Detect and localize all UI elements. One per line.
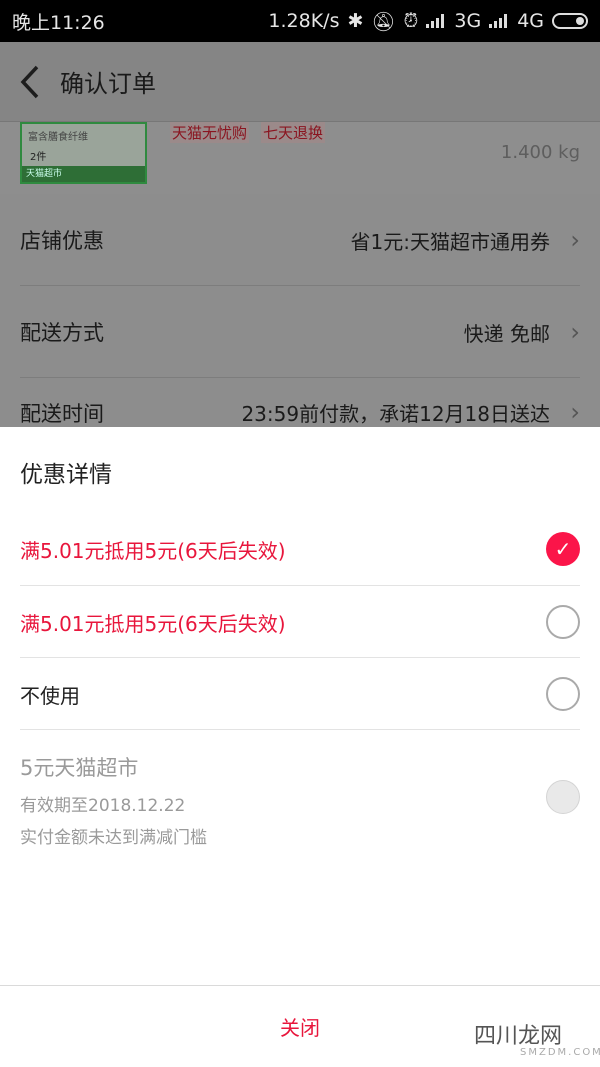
row-value: 23:59前付款，承诺12月18日送达 — [241, 402, 550, 426]
signal-icon-2 — [489, 14, 509, 28]
row-label: 店铺优惠 — [20, 229, 104, 253]
tag-worry-free: 天猫无忧购 — [170, 122, 250, 143]
tag-seven-day-return: 七天退换 — [261, 122, 326, 143]
watermark-sub: SMZDM.COM — [520, 1047, 600, 1058]
coupon-option-label: 满5.01元抵用5元(6天后失效) — [20, 538, 286, 563]
status-bar: 晚上11:26 1.28K/s ✱ 🔕︎ ⏰︎ 3G 4G — [0, 0, 600, 42]
network-4g: 4G — [517, 10, 544, 32]
coupon-option-1[interactable]: 满5.01元抵用5元(6天后失效) ✓ — [0, 513, 600, 585]
radio-unchecked-icon[interactable] — [546, 605, 580, 639]
product-weight: 1.400 kg — [500, 142, 580, 163]
row-store-discount[interactable]: 店铺优惠 省1元:天猫超市通用券 › — [0, 194, 600, 286]
status-time: 晚上11:26 — [12, 11, 105, 34]
coupon-option-label: 不使用 — [20, 683, 80, 708]
row-delivery-method[interactable]: 配送方式 快递 免邮 › — [0, 286, 600, 378]
radio-disabled-icon — [546, 780, 580, 814]
row-delivery-time[interactable]: 配送时间 23:59前付款，承诺12月18日送达 › — [0, 378, 600, 427]
chevron-right-icon: › — [570, 398, 580, 426]
product-image-band: 天猫超市 — [22, 166, 145, 182]
unavailable-coupon-note: 实付金额未达到满减门槛 — [20, 828, 207, 848]
coupon-option-label: 满5.01元抵用5元(6天后失效) — [20, 611, 286, 636]
radio-unchecked-icon[interactable] — [546, 677, 580, 711]
coupon-option-2[interactable]: 满5.01元抵用5元(6天后失效) — [0, 586, 600, 658]
sheet-title: 优惠详情 — [20, 462, 112, 488]
page-title: 确认订单 — [60, 70, 156, 98]
network-3g: 3G — [454, 10, 482, 32]
unavailable-coupon-title: 5元天猫超市 — [20, 756, 139, 780]
bluetooth-icon: ✱ — [347, 10, 364, 32]
row-label: 配送方式 — [20, 321, 104, 345]
product-image-text: 富含膳食纤维 — [28, 132, 88, 143]
row-value: 快递 免邮 — [463, 321, 550, 346]
mute-bell-icon: 🔕︎ — [371, 10, 396, 33]
chevron-right-icon: › — [570, 226, 580, 254]
alarm-icon: ⏰︎ — [403, 10, 419, 32]
chevron-right-icon: › — [570, 318, 580, 346]
product-item: 富含膳食纤维 2件 天猫超市 天猫无忧购 七天退换 1.400 kg — [0, 122, 600, 194]
coupon-option-none[interactable]: 不使用 — [0, 658, 600, 730]
product-image: 富含膳食纤维 2件 天猫超市 — [20, 122, 147, 184]
signal-icon — [426, 14, 446, 28]
row-value: 省1元:天猫超市通用券 — [350, 229, 550, 254]
row-label: 配送时间 — [20, 402, 104, 426]
checkmark-icon[interactable]: ✓ — [546, 532, 580, 566]
net-speed: 1.28K/s — [268, 10, 340, 32]
discount-sheet: 优惠详情 满5.01元抵用5元(6天后失效) ✓ 满5.01元抵用5元(6天后失… — [0, 427, 600, 1067]
divider — [20, 729, 580, 730]
order-page: 确认订单 富含膳食纤维 2件 天猫超市 天猫无忧购 七天退换 1.400 kg … — [0, 42, 600, 427]
unavailable-coupon-expiry: 有效期至2018.12.22 — [20, 796, 186, 816]
back-arrow-icon[interactable] — [0, 42, 60, 122]
battery-icon — [552, 13, 588, 29]
watermark: 四川龙网 — [474, 1024, 563, 1049]
nav-bar: 确认订单 — [0, 42, 600, 122]
product-image-qty: 2件 — [30, 152, 47, 163]
close-button[interactable]: 关闭 — [280, 1012, 320, 1041]
